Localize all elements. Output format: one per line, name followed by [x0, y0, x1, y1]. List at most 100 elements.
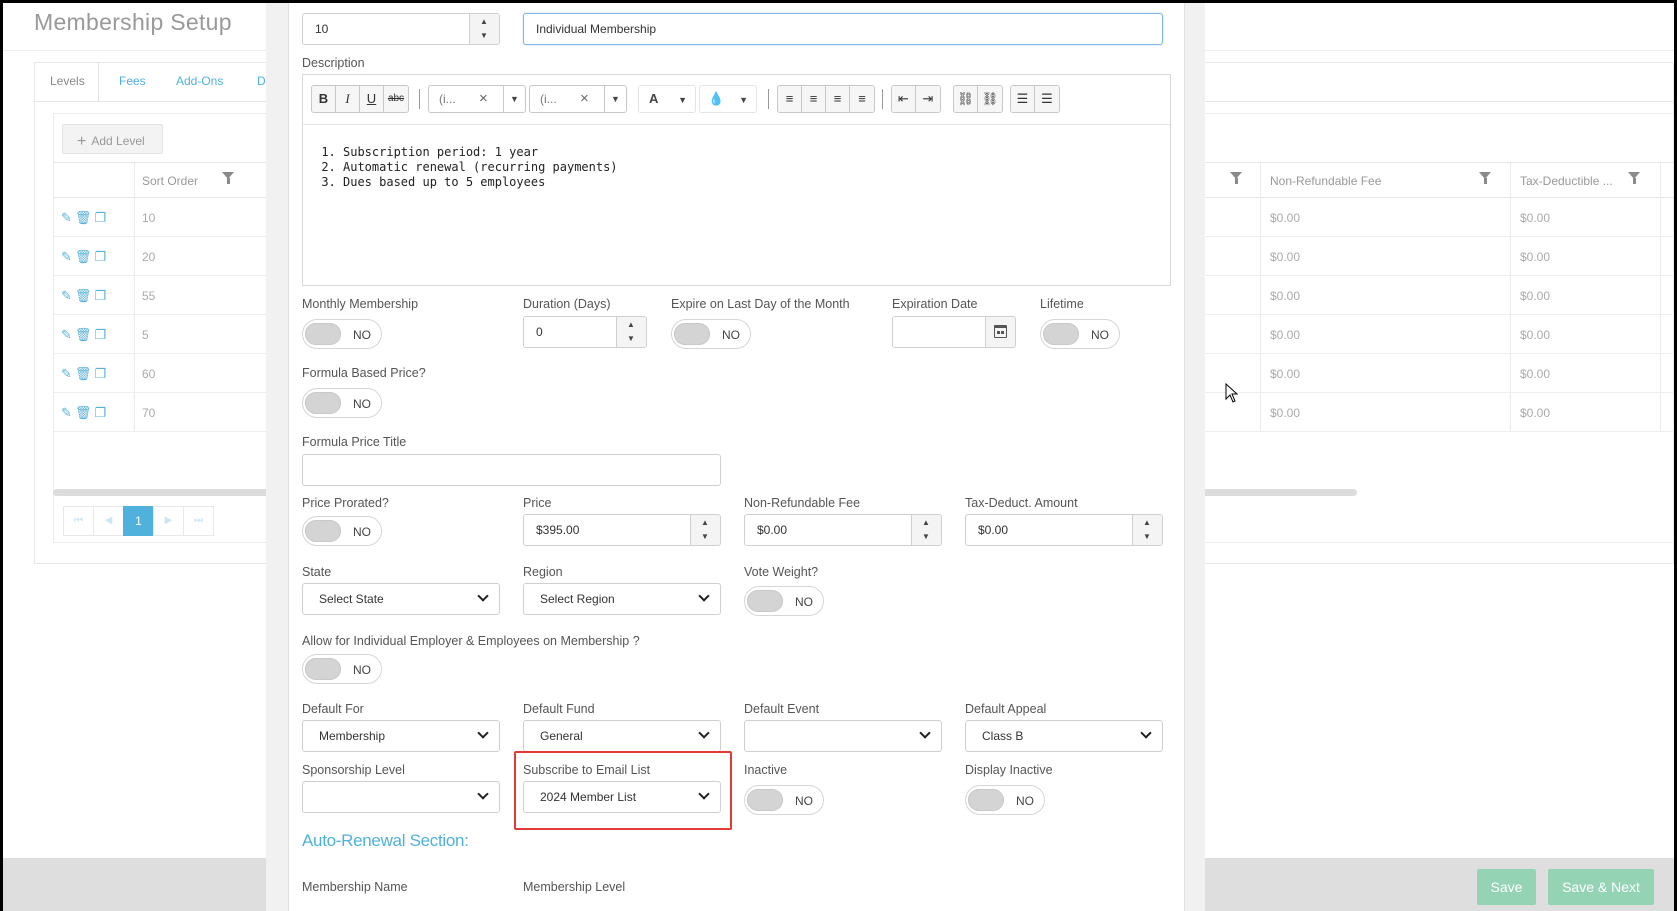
dropdown-arrow-icon[interactable]: ▼	[739, 86, 748, 114]
tax-deduct-amount-label: Tax-Deduct. Amount	[965, 496, 1078, 510]
sponsorship-level-select[interactable]	[302, 781, 500, 813]
tax-deduct-amount-input[interactable]: $0.00	[965, 514, 1163, 546]
price-prorated-toggle[interactable]: NO	[302, 516, 382, 546]
non-refundable-fee-label: Non-Refundable Fee	[744, 496, 861, 510]
bulleted-list-icon[interactable]: ☰	[1035, 86, 1059, 112]
unlink-icon[interactable]: ⛓	[978, 86, 1002, 112]
row-action-icons[interactable]: ✎🗑❐	[61, 366, 109, 382]
dropdown-arrow-icon[interactable]: ▼	[604, 86, 626, 112]
align-right-icon[interactable]: ≡	[826, 86, 850, 112]
auto-renewal-section-title: Auto-Renewal Section:	[302, 831, 469, 850]
stepper-icon[interactable]	[1132, 515, 1162, 545]
default-event-select[interactable]	[744, 720, 942, 752]
default-fund-select[interactable]: General	[523, 720, 721, 752]
filter-icon[interactable]	[222, 172, 234, 184]
toggle-knob	[674, 323, 710, 345]
strikethrough-button[interactable]: abc	[384, 86, 408, 112]
indent-icon[interactable]: ⇥	[916, 86, 940, 112]
stepper-icon[interactable]	[469, 14, 499, 44]
non-refundable-fee-input[interactable]: $0.00	[744, 514, 942, 546]
clear-icon[interactable]: ×	[580, 86, 589, 112]
outdent-icon[interactable]: ⇤	[892, 86, 916, 112]
header-non-refundable-fee[interactable]: Non-Refundable Fee	[1270, 174, 1381, 188]
stepper-icon[interactable]	[690, 515, 720, 545]
stepper-icon[interactable]	[911, 515, 941, 545]
stepper-icon[interactable]	[616, 317, 646, 347]
list-item: Automatic renewal (recurring payments)	[343, 160, 618, 175]
header-tax-deductible[interactable]: Tax-Deductible ...	[1520, 174, 1613, 188]
align-left-icon[interactable]: ≡	[778, 86, 802, 112]
tab-fees[interactable]: Fees	[119, 74, 146, 88]
row-tax-deductible: $0.00	[1520, 289, 1551, 303]
tab-d[interactable]: D	[257, 74, 266, 88]
dropdown-arrow-icon[interactable]: ▼	[678, 86, 687, 114]
allow-individual-toggle[interactable]: NO	[302, 654, 382, 684]
row-tax-deductible: $0.00	[1520, 250, 1551, 264]
formula-price-title-label: Formula Price Title	[302, 435, 407, 449]
region-select[interactable]: Select Region	[523, 583, 721, 615]
sort-order-input[interactable]: 10	[302, 13, 500, 45]
toggle-knob	[305, 392, 341, 414]
link-group: ⛓ ⛓	[953, 85, 1003, 113]
chevron-down-icon	[1140, 727, 1152, 739]
lifetime-toggle[interactable]: NO	[1040, 319, 1120, 349]
link-icon[interactable]: ⛓	[954, 86, 978, 112]
default-appeal-select[interactable]: Class B	[965, 720, 1163, 752]
font-color-picker[interactable]: A ▼	[638, 85, 696, 113]
membership-name-input[interactable]: Individual Membership	[523, 13, 1163, 45]
tab-levels[interactable]: Levels	[50, 74, 85, 88]
row-action-icons[interactable]: ✎🗑❐	[61, 249, 109, 265]
save-button[interactable]: Save	[1477, 869, 1536, 905]
row-action-icons[interactable]: ✎🗑❐	[61, 327, 109, 343]
inactive-toggle[interactable]: NO	[744, 785, 824, 815]
row-action-icons[interactable]: ✎🗑❐	[61, 210, 109, 226]
underline-button[interactable]: U	[360, 86, 384, 112]
align-center-icon[interactable]: ≡	[802, 86, 826, 112]
bold-button[interactable]: B	[312, 86, 336, 112]
prev-page-icon[interactable]: ◀	[93, 506, 124, 536]
font-family-combo[interactable]: (i... × ▼	[428, 85, 526, 113]
tab-add-ons[interactable]: Add-Ons	[176, 74, 223, 88]
background-color-picker[interactable]: 💧 ▼	[699, 85, 757, 113]
formula-based-price-label: Formula Based Price?	[302, 366, 426, 380]
page-number-current[interactable]: 1	[123, 506, 154, 536]
editor-content[interactable]: Subscription period: 1 year Automatic re…	[323, 145, 618, 190]
format-group: B I U abc	[311, 85, 409, 113]
vote-weight-toggle[interactable]: NO	[744, 586, 824, 616]
formula-based-price-toggle[interactable]: NO	[302, 388, 382, 418]
expire-last-day-toggle[interactable]: NO	[671, 319, 751, 349]
duration-input[interactable]: 0	[523, 316, 647, 348]
row-action-icons[interactable]: ✎🗑❐	[61, 288, 109, 304]
monthly-membership-toggle[interactable]: NO	[302, 319, 382, 349]
membership-level-label: Membership Level	[523, 880, 626, 894]
add-level-button[interactable]: + Add Level	[62, 124, 163, 154]
first-page-icon[interactable]: ⏮	[63, 506, 94, 536]
next-page-icon[interactable]: ▶	[153, 506, 184, 536]
save-and-next-button[interactable]: Save & Next	[1548, 869, 1654, 905]
filter-icon[interactable]	[1230, 172, 1242, 184]
clear-icon[interactable]: ×	[479, 86, 488, 112]
expiration-date-input[interactable]	[892, 316, 1016, 348]
display-inactive-toggle[interactable]: NO	[965, 785, 1045, 815]
header-sort-order[interactable]: Sort Order	[142, 174, 198, 188]
last-page-icon[interactable]: ⏭	[183, 506, 214, 536]
default-for-select[interactable]: Membership	[302, 720, 500, 752]
row-action-icons[interactable]: ✎🗑❐	[61, 405, 109, 421]
calendar-icon[interactable]	[985, 317, 1015, 347]
chevron-down-icon	[477, 788, 489, 800]
numbered-list-icon[interactable]: ☰	[1011, 86, 1035, 112]
align-justify-icon[interactable]: ≡	[850, 86, 874, 112]
row-non-refundable-fee: $0.00	[1270, 406, 1301, 420]
description-editor[interactable]: B I U abc (i... × ▼ (i... × ▼ A ▼ 💧 ▼ ≡ ≡ …	[302, 74, 1171, 286]
filter-icon[interactable]	[1479, 172, 1491, 184]
font-size-combo[interactable]: (i... × ▼	[529, 85, 627, 113]
state-select[interactable]: Select State	[302, 583, 500, 615]
filter-icon[interactable]	[1628, 172, 1640, 184]
membership-name-label: Membership Name	[302, 880, 408, 894]
droplet-icon: 💧	[708, 91, 725, 106]
formula-price-title-input[interactable]	[302, 454, 721, 486]
dropdown-arrow-icon[interactable]: ▼	[503, 86, 525, 112]
page-title: Membership Setup	[34, 9, 232, 35]
italic-button[interactable]: I	[336, 86, 360, 112]
price-input[interactable]: $395.00	[523, 514, 721, 546]
